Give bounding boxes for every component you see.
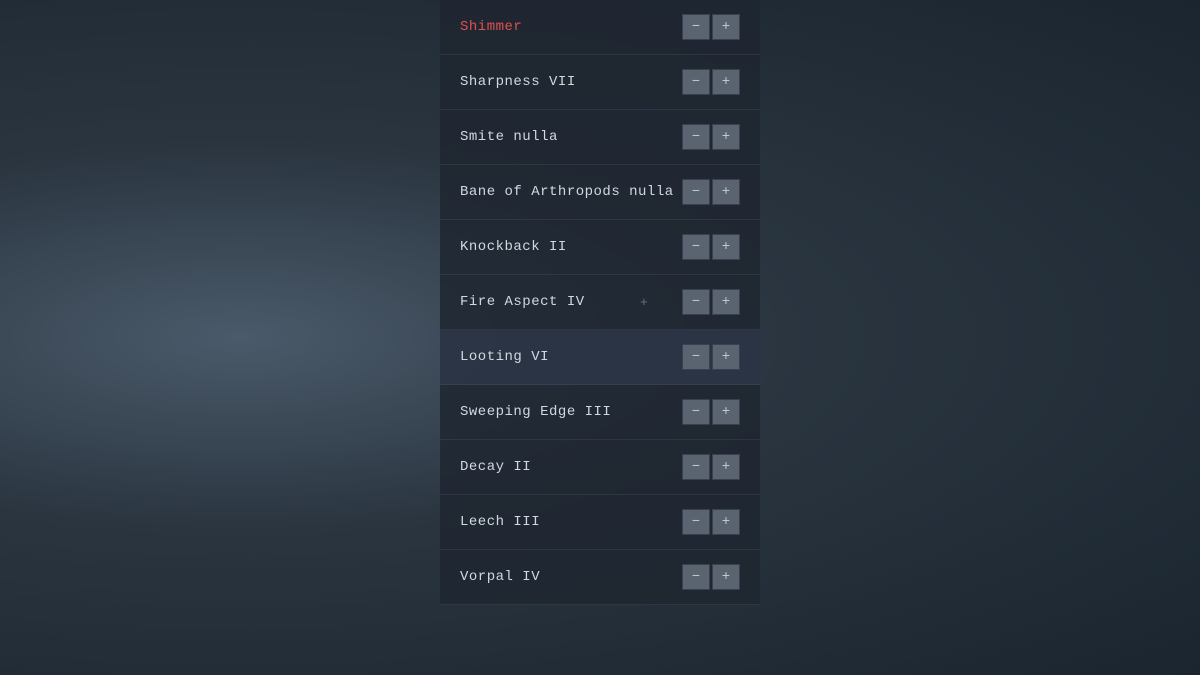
plus-btn-smite[interactable]: + (712, 124, 740, 150)
btn-group-knockback: −+ (682, 234, 740, 260)
enchant-row-smite: Smite nulla −+ (440, 110, 760, 165)
enchant-row-knockback: Knockback II −+ (440, 220, 760, 275)
enchant-name-shimmer: Shimmer (460, 19, 522, 35)
enchant-name-vorpal: Vorpal IV (460, 569, 540, 585)
minus-btn-decay[interactable]: − (682, 454, 710, 480)
enchant-row-decay: Decay II −+ (440, 440, 760, 495)
plus-btn-sharpness[interactable]: + (712, 69, 740, 95)
enchant-row-fire-aspect: +Fire Aspect IV−+ (440, 275, 760, 330)
btn-group-leech: −+ (682, 509, 740, 535)
enchant-row-sweeping-edge: Sweeping Edge III −+ (440, 385, 760, 440)
minus-btn-vorpal[interactable]: − (682, 564, 710, 590)
minus-btn-leech[interactable]: − (682, 509, 710, 535)
btn-group-sweeping-edge: −+ (682, 399, 740, 425)
plus-btn-shimmer[interactable]: + (712, 14, 740, 40)
plus-btn-looting[interactable]: + (712, 344, 740, 370)
enchant-name-sharpness: Sharpness VII (460, 74, 576, 90)
minus-btn-fire-aspect[interactable]: − (682, 289, 710, 315)
enchant-name-looting: Looting VI (460, 349, 549, 365)
minus-btn-smite[interactable]: − (682, 124, 710, 150)
btn-group-looting: −+ (682, 344, 740, 370)
plus-btn-bane[interactable]: + (712, 179, 740, 205)
minus-btn-sharpness[interactable]: − (682, 69, 710, 95)
enchant-name-smite: Smite nulla (460, 129, 558, 145)
enchant-row-leech: Leech III −+ (440, 495, 760, 550)
minus-btn-knockback[interactable]: − (682, 234, 710, 260)
plus-btn-vorpal[interactable]: + (712, 564, 740, 590)
enchant-row-looting: Looting VI −+ (440, 330, 760, 385)
btn-group-smite: −+ (682, 124, 740, 150)
enchant-name-bane: Bane of Arthropods nulla (460, 184, 674, 200)
enchant-row-shimmer: Shimmer −+ (440, 0, 760, 55)
minus-btn-bane[interactable]: − (682, 179, 710, 205)
plus-btn-fire-aspect[interactable]: + (712, 289, 740, 315)
btn-group-fire-aspect: −+ (682, 289, 740, 315)
btn-group-shimmer: −+ (682, 14, 740, 40)
enchant-name-sweeping-edge: Sweeping Edge III (460, 404, 611, 420)
btn-group-sharpness: −+ (682, 69, 740, 95)
plus-btn-leech[interactable]: + (712, 509, 740, 535)
btn-group-vorpal: −+ (682, 564, 740, 590)
enchant-name-decay: Decay II (460, 459, 531, 475)
plus-btn-knockback[interactable]: + (712, 234, 740, 260)
enchant-name-fire-aspect: Fire Aspect IV (460, 294, 585, 310)
enchant-row-vorpal: Vorpal IV −+ (440, 550, 760, 605)
enchant-name-knockback: Knockback II (460, 239, 567, 255)
plus-btn-sweeping-edge[interactable]: + (712, 399, 740, 425)
btn-group-bane: −+ (682, 179, 740, 205)
minus-btn-shimmer[interactable]: − (682, 14, 710, 40)
enchant-row-bane: Bane of Arthropods nulla−+ (440, 165, 760, 220)
plus-btn-decay[interactable]: + (712, 454, 740, 480)
enchant-row-sharpness: Sharpness VII −+ (440, 55, 760, 110)
minus-btn-sweeping-edge[interactable]: − (682, 399, 710, 425)
enchantment-panel: Shimmer−+Sharpness VII−+Smite nulla−+Ban… (440, 0, 760, 605)
enchant-name-leech: Leech III (460, 514, 540, 530)
minus-btn-looting[interactable]: − (682, 344, 710, 370)
extra-plus-icon: + (640, 295, 648, 310)
btn-group-decay: −+ (682, 454, 740, 480)
